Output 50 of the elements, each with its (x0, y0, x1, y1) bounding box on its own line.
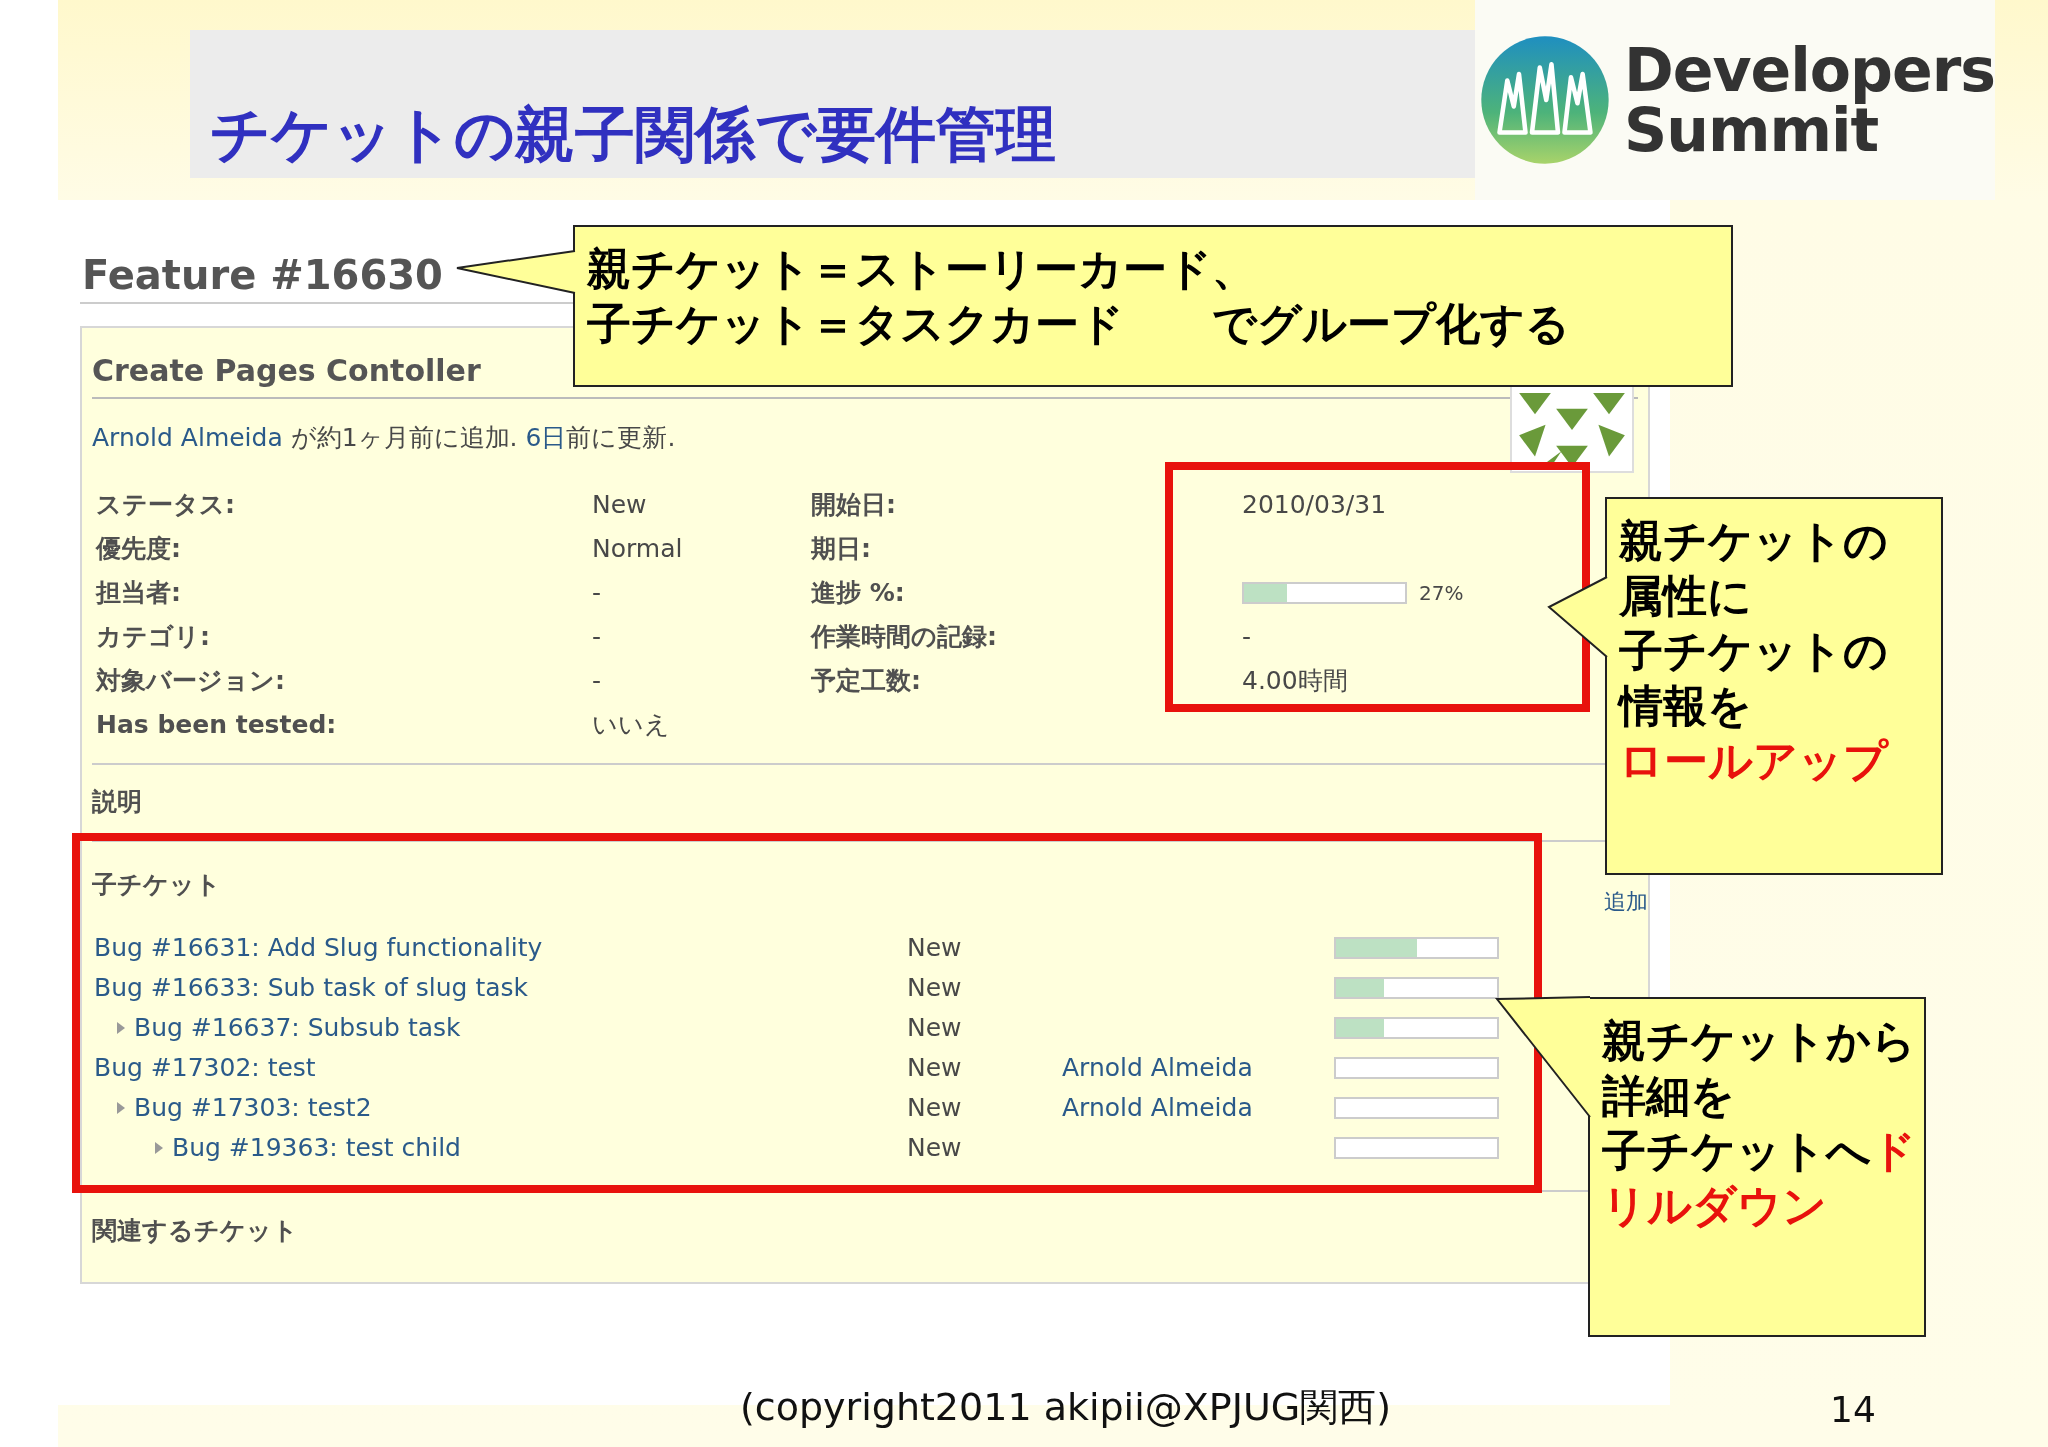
status-text: New (907, 1051, 962, 1084)
field-label: 作業時間の記録: (811, 620, 997, 653)
status-text: New (907, 1091, 962, 1124)
field-value: - (592, 620, 602, 653)
field-label: 進捗 %: (811, 576, 905, 609)
field-label: 優先度: (96, 532, 181, 565)
progress-percent: 27% (1419, 579, 1464, 607)
field-label: 担当者: (96, 576, 181, 609)
field-value: Normal (592, 532, 683, 565)
subtask-link[interactable]: Bug #17303: test2 (134, 1088, 372, 1127)
subtask-link[interactable]: Bug #16631: Add Slug functionality (94, 928, 543, 967)
slide-title: チケットの親子関係で要件管理 (210, 98, 1056, 170)
callout-text: 親チケット＝ストーリーカード、 子チケット＝タスクカード でグループ化する (587, 242, 1571, 351)
subtask-link[interactable]: Bug #16637: Subsub task (134, 1008, 461, 1047)
field-label: Has been tested: (96, 708, 337, 741)
section-heading: 関連するチケット (92, 1214, 299, 1247)
subtask-link[interactable]: Bug #17302: test (94, 1048, 316, 1087)
author-link[interactable]: Arnold Almeida (92, 423, 283, 452)
field-label: 開始日: (811, 488, 896, 521)
status-text: New (907, 971, 962, 1004)
callout-text: 親チケットの 属性に 子チケットの 情報を ロールアップ (1619, 514, 1890, 788)
updated-text: 前に更新. (566, 423, 676, 452)
copyright-text: (copyright2011 akipii@XPJUG関西) (740, 1388, 1391, 1426)
subtask-link[interactable]: Bug #16633: Sub task of slug task (94, 968, 529, 1007)
added-text: が約1ヶ月前に追加. (289, 423, 519, 452)
field-value: 2010/03/31 (1242, 488, 1387, 521)
field-label: 予定工数: (811, 664, 921, 697)
field-value: 4.00時間 (1242, 664, 1348, 697)
callout-text: 親チケットから 詳細を 子チケットへ ド リルダウン (1602, 1014, 1912, 1233)
field-label: 期日: (811, 532, 871, 565)
section-heading: 子チケット (92, 869, 221, 901)
field-label: 対象バージョン: (96, 664, 285, 697)
field-label: カテゴリ: (96, 620, 210, 653)
page-number: 14 (1830, 1388, 1876, 1432)
status-text: New (907, 1011, 962, 1044)
updated-link[interactable]: 6日 (525, 423, 567, 452)
field-label: ステータス: (96, 488, 235, 521)
status-text: New (907, 1131, 962, 1164)
field-value: New (592, 488, 647, 521)
section-heading: 説明 (92, 785, 143, 818)
subtask-link[interactable]: Bug #19363: test child (172, 1128, 461, 1167)
field-value: いいえ (592, 708, 670, 741)
field-value: - (592, 664, 602, 697)
field-value: - (592, 576, 602, 609)
status-text: New (907, 931, 962, 964)
field-value: - (1242, 620, 1252, 653)
assignee-link[interactable]: Arnold Almeida (1062, 1088, 1253, 1127)
add-link[interactable]: 追加 (1604, 884, 1648, 918)
issue-heading: Feature #16630 (81, 251, 443, 300)
assignee-link[interactable]: Arnold Almeida (1062, 1048, 1253, 1087)
